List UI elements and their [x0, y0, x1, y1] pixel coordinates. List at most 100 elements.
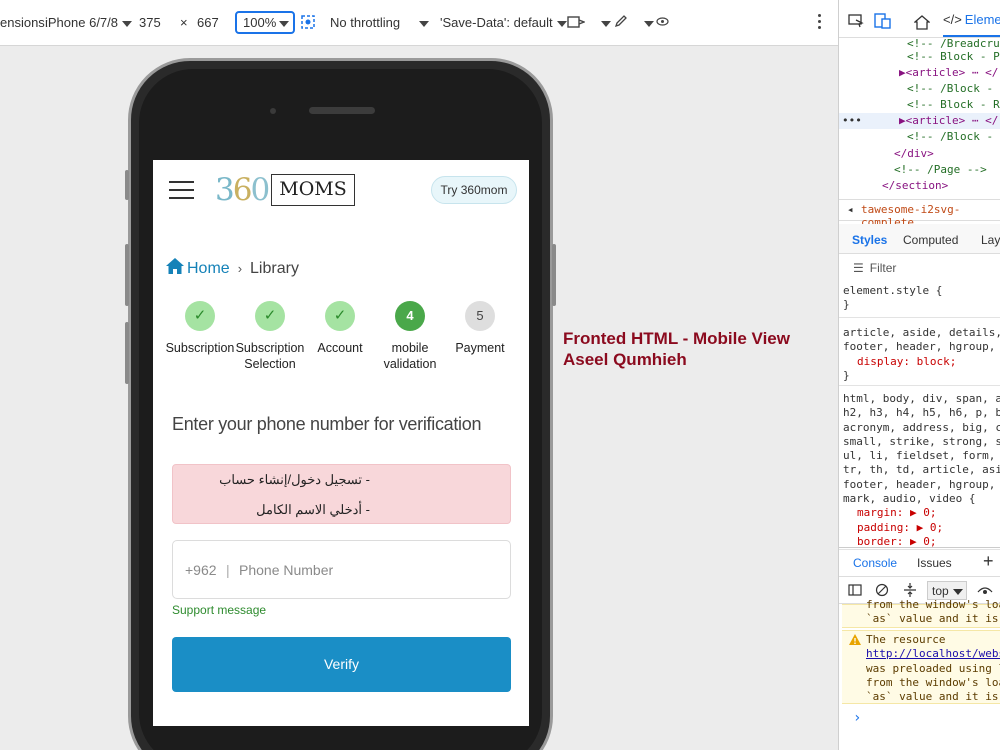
tab-computed[interactable]: Computed [903, 233, 958, 247]
live-expression-icon[interactable] [977, 584, 993, 599]
chevron-down-icon [644, 20, 654, 27]
resource-link[interactable]: http://localhost/webs [866, 647, 1000, 660]
tab-elements[interactable]: </> Eleme [943, 12, 1000, 37]
warning-icon [849, 634, 861, 649]
checkmark-icon: ✓ [325, 301, 355, 331]
tab-issues[interactable]: Issues [917, 556, 952, 570]
tab-styles[interactable]: Styles [852, 233, 887, 247]
throttling-dropdown[interactable] [415, 15, 429, 31]
pen-icon[interactable] [614, 14, 628, 32]
step-4: 4 mobile validation [373, 301, 447, 372]
caret-right-icon: ▶ [899, 66, 906, 79]
step-3: ✓ Account [303, 301, 377, 356]
chevron-down-icon [952, 588, 963, 595]
step-1: ✓ Subscription [163, 301, 237, 356]
style-line: display: block; [857, 354, 957, 368]
console-warning: from the window's loa `as` value and it … [842, 598, 1000, 628]
chevron-down-icon [122, 20, 133, 27]
step-number: 4 [395, 301, 425, 331]
code-line[interactable]: </section> [882, 178, 948, 194]
code-line[interactable]: <!-- Block - Pr [907, 49, 1000, 65]
breadcrumb: Home › Library [165, 257, 299, 280]
logo-word: MOMS [271, 174, 355, 206]
checkmark-icon: ✓ [255, 301, 285, 331]
dom-breadcrumb[interactable]: ◂ tawesome-i2svg-complete [839, 199, 1000, 229]
code-separator: | [226, 562, 230, 578]
style-line: ul, li, fieldset, form, la [843, 449, 1000, 463]
code-line[interactable]: <!-- /Page --> [894, 162, 987, 178]
height-input[interactable]: 667 [197, 15, 219, 31]
caption-author: Aseel Qumhieh [563, 350, 687, 369]
style-line: padding: ▶ 0; [857, 520, 944, 534]
styles-filter[interactable]: ☰ Filter [853, 261, 896, 275]
inspect-icon[interactable] [848, 14, 864, 31]
device-select[interactable]: iPhone 6/7/8 [45, 15, 133, 31]
code-line[interactable]: <!-- /Block - B [907, 81, 1000, 97]
style-rule[interactable]: element.style {} [839, 282, 1000, 318]
alert-line: - تسجيل دخول/إنشاء حساب [219, 472, 370, 487]
style-line: margin: ▶ 0; [857, 506, 937, 520]
support-message[interactable]: Support message [172, 603, 266, 617]
step-label: Subscription Selection [235, 341, 305, 371]
step-5: 5 Payment [443, 301, 517, 356]
rotate-icon[interactable] [300, 14, 316, 34]
try-button[interactable]: Try 360mom [431, 176, 517, 204]
country-code: +962 [185, 562, 217, 578]
step-label: mobile validation [383, 341, 437, 371]
ellipsis-icon: ••• [842, 114, 862, 127]
code-line[interactable]: <!-- /Block - B [907, 129, 1000, 145]
style-line: acronym, address, big, ci [843, 420, 1000, 434]
volume-down-button [125, 322, 129, 384]
logo-digits: 360 [215, 172, 270, 208]
code-icon: </> [943, 12, 962, 27]
drawer-tabbar: Console Issues + [839, 547, 1000, 577]
sidebar-toggle-icon[interactable] [848, 584, 862, 599]
home-icon[interactable] [165, 257, 187, 280]
chevron-down-icon [601, 20, 611, 27]
save-data-select[interactable]: 'Save-Data': default [440, 15, 567, 31]
step-label: Payment [455, 341, 505, 355]
more-dropdown[interactable] [640, 15, 654, 31]
earpiece-speaker [309, 107, 375, 114]
breadcrumb-home-link[interactable]: Home [187, 260, 230, 278]
step-label: Subscription [165, 341, 235, 355]
menu-icon[interactable] [169, 181, 194, 199]
browser-window: ensions: iPhone 6/7/8 375 × 667 100% No … [0, 0, 1000, 750]
code-line[interactable]: ▶<article> ⋯ </ [899, 65, 998, 81]
style-line: html, body, div, span, ap [843, 392, 1000, 405]
style-rule[interactable]: html, body, div, span, ap h2, h3, h4, h5,… [839, 390, 1000, 550]
checkmark-icon: ✓ [185, 301, 215, 331]
device-posture-icon[interactable] [567, 14, 586, 34]
width-input[interactable]: 375 [139, 15, 161, 31]
style-line: article, aside, details, f [843, 326, 1000, 339]
zoom-select[interactable]: 100% [235, 11, 295, 34]
breadcrumb-current: Library [250, 259, 299, 277]
more-options-icon[interactable] [818, 14, 822, 30]
tab-console[interactable]: Console [853, 556, 897, 570]
code-line[interactable]: <!-- Block - Re [907, 97, 1000, 113]
home-icon[interactable] [913, 15, 931, 33]
posture-dropdown[interactable] [597, 15, 611, 31]
dimensions-label: ensions: [0, 15, 49, 30]
phone-number-field: +962 | [172, 540, 511, 599]
add-tab-button[interactable]: + [983, 551, 994, 572]
scroll-left-icon[interactable]: ◂ [847, 203, 854, 216]
code-line[interactable]: </div> [894, 146, 934, 162]
tab-layout[interactable]: Layo [981, 233, 1000, 247]
throttling-select[interactable]: No throttling [330, 15, 400, 31]
phone-input[interactable] [239, 559, 489, 581]
logo[interactable]: 360 MOMS [215, 170, 360, 210]
verify-button[interactable]: Verify [172, 637, 511, 692]
device-mode-icon[interactable] [874, 13, 892, 32]
style-line: element.style { [843, 284, 943, 297]
alert-line: - أدخلي الاسم الكامل [256, 502, 370, 517]
console-prompt[interactable]: › [853, 710, 861, 726]
eye-icon[interactable] [656, 15, 669, 31]
step-number: 5 [465, 301, 495, 331]
style-rule[interactable]: article, aside, details, f footer, header… [839, 324, 1000, 386]
error-alert: - تسجيل دخول/إنشاء حساب - أدخلي الاسم ال… [172, 464, 511, 524]
caption: Fronted HTML - Mobile View Aseel Qumhieh [563, 328, 790, 370]
power-button [552, 244, 556, 306]
device-toolbar: ensions: iPhone 6/7/8 375 × 667 100% No … [0, 0, 838, 46]
code-line-selected[interactable]: ••• ▶<article> ⋯ </ [839, 113, 1000, 129]
